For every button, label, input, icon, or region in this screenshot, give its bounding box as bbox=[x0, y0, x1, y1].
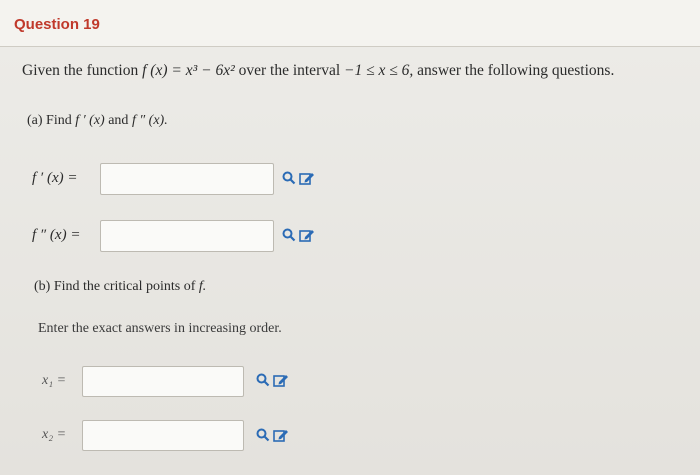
function-expression: f (x) = x³ − 6x² bbox=[142, 62, 235, 79]
x1-label: x₁ = bbox=[42, 373, 67, 388]
problem-statement: Given the function f (x) = x³ − 6x² over… bbox=[22, 62, 615, 79]
x1-tools bbox=[256, 373, 289, 387]
question-title: Question 19 bbox=[14, 16, 100, 33]
fdoubleprime-tools bbox=[282, 228, 315, 242]
magnifier-icon[interactable] bbox=[256, 428, 270, 442]
fprime-label: f ′ (x) = bbox=[32, 170, 78, 186]
question-header: Question 19 bbox=[0, 0, 700, 47]
x2-tools bbox=[256, 428, 289, 442]
x1-answer-input[interactable] bbox=[82, 366, 244, 397]
question-body bbox=[0, 47, 700, 475]
part-a-prompt: (a) Find f ′ (x) and f ″ (x). bbox=[27, 113, 168, 128]
edit-pencil-icon[interactable] bbox=[299, 171, 315, 185]
part-b-prompt: (b) Find the critical points of f. bbox=[34, 279, 207, 294]
edit-pencil-icon[interactable] bbox=[273, 373, 289, 387]
magnifier-icon[interactable] bbox=[282, 228, 296, 242]
interval-expression: −1 ≤ x ≤ 6, bbox=[344, 62, 414, 79]
edit-pencil-icon[interactable] bbox=[273, 428, 289, 442]
fdoubleprime-answer-input[interactable] bbox=[100, 220, 274, 252]
order-instruction: Enter the exact answers in increasing or… bbox=[38, 321, 282, 336]
magnifier-icon[interactable] bbox=[256, 373, 270, 387]
x2-answer-input[interactable] bbox=[82, 420, 244, 451]
fdoubleprime-label: f ″ (x) = bbox=[32, 227, 81, 243]
magnifier-icon[interactable] bbox=[282, 171, 296, 185]
fprime-answer-input[interactable] bbox=[100, 163, 274, 195]
x2-label: x₂ = bbox=[42, 427, 67, 442]
fprime-tools bbox=[282, 171, 315, 185]
edit-pencil-icon[interactable] bbox=[299, 228, 315, 242]
